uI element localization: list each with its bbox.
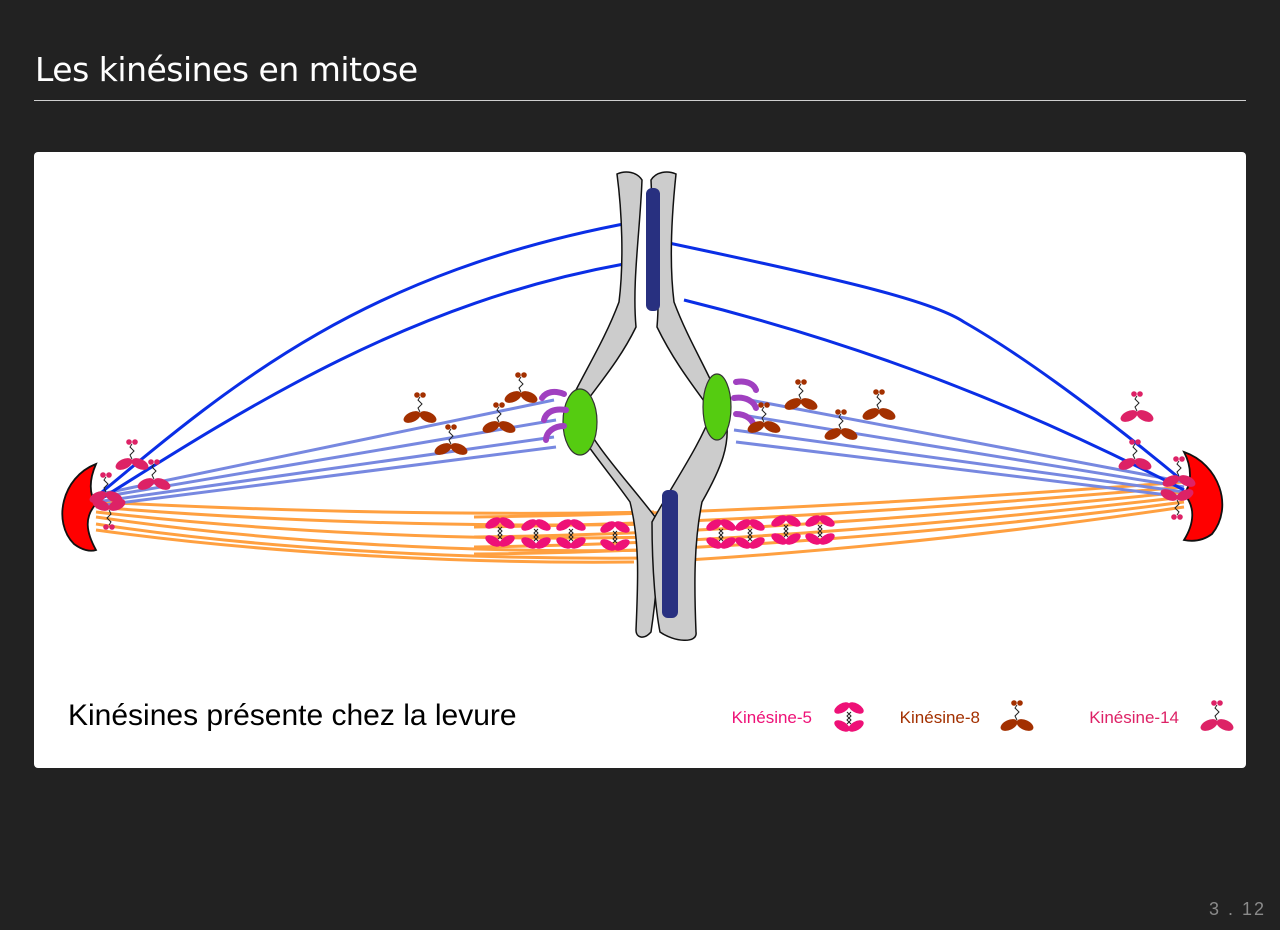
mitosis-figure: Kinésines présente chez la levure Kinési… — [34, 152, 1246, 768]
kinesin-14-icon — [1198, 699, 1236, 734]
legend: Kinésine-5 Kinésine-8 Kinésine-14 — [732, 699, 1236, 735]
legend-label-kinesin-14: Kinésine-14 — [1089, 708, 1179, 727]
kinesin-5-icon — [831, 699, 867, 735]
legend-label-kinesin-8: Kinésine-8 — [900, 708, 980, 727]
title-divider — [34, 100, 1246, 101]
slide-number: 3 . 12 — [1208, 899, 1266, 919]
slide-title: Les kinésines en mitose — [35, 50, 418, 89]
legend-label-kinesin-5: Kinésine-5 — [732, 708, 812, 727]
figure-caption: Kinésines présente chez la levure — [68, 699, 517, 732]
mitotic-spindle-diagram: Kinésines présente chez la levure Kinési… — [61, 171, 1236, 735]
kinesin-8-icon — [998, 699, 1036, 734]
